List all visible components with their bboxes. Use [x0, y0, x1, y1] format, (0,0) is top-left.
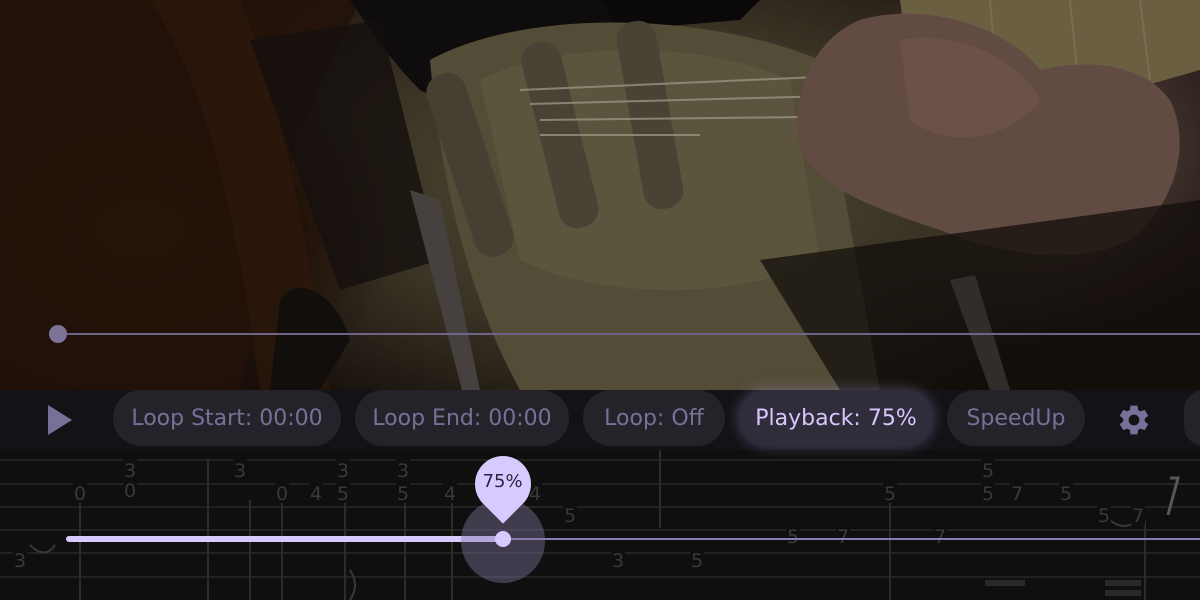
loop-end-button[interactable]: Loop End: 00:00	[355, 390, 569, 446]
slider-thumb[interactable]	[494, 531, 511, 547]
play-icon	[48, 405, 72, 435]
playback-speed-slider[interactable]: 75%	[0, 444, 1200, 600]
video-scene	[0, 0, 1200, 390]
player-toolbar: Loop Start: 00:00 Loop End: 00:00 Loop: …	[0, 390, 1200, 450]
loop-start-button[interactable]: Loop Start: 00:00	[113, 390, 341, 446]
loop-toggle-button[interactable]: Loop: Off	[583, 390, 725, 446]
speedup-button[interactable]: SpeedUp	[947, 390, 1085, 446]
playback-speed-label: Playback: 75%	[755, 405, 917, 431]
settings-button[interactable]	[1110, 396, 1158, 444]
loop-toggle-label: Loop: Off	[604, 405, 704, 431]
slider-fill	[66, 536, 503, 542]
seek-thumb[interactable]	[49, 325, 67, 343]
overflow-button[interactable]	[1184, 390, 1200, 446]
playback-speed-button[interactable]: Playback: 75%	[739, 390, 933, 446]
video-frame[interactable]	[0, 0, 1200, 390]
speedup-label: SpeedUp	[966, 405, 1066, 431]
loop-end-label: Loop End: 00:00	[372, 405, 552, 431]
app-root: 30303045354453555775575573 Loop Start: 0…	[0, 0, 1200, 600]
seek-track[interactable]	[58, 333, 1200, 335]
slider-value-label: 75%	[482, 470, 523, 492]
gear-icon	[1119, 405, 1149, 435]
loop-start-label: Loop Start: 00:00	[131, 405, 323, 431]
play-button[interactable]	[36, 398, 84, 442]
